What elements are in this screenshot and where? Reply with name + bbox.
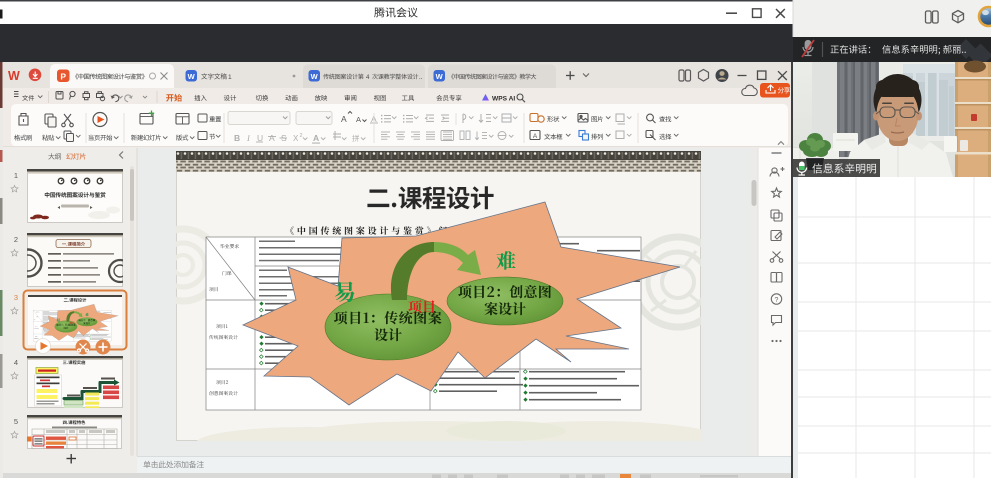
svg-text:A: A: [356, 115, 361, 124]
svg-text:B: B: [234, 133, 240, 143]
svg-text:U: U: [257, 133, 263, 143]
svg-text:WPS AI: WPS AI: [492, 95, 515, 102]
svg-text:A: A: [533, 133, 538, 140]
svg-text:5: 5: [14, 417, 18, 426]
svg-text:3: 3: [14, 293, 18, 302]
svg-text:2: 2: [300, 133, 303, 139]
svg-text:2: 2: [14, 235, 18, 244]
svg-text:A: A: [341, 114, 347, 124]
svg-text:P: P: [60, 72, 66, 82]
svg-text:A: A: [269, 133, 275, 143]
svg-text:W: W: [188, 72, 196, 81]
svg-text:A: A: [313, 133, 319, 143]
svg-text:X: X: [293, 134, 299, 143]
svg-text:?: ?: [775, 297, 779, 304]
svg-text:W: W: [8, 69, 20, 83]
svg-text:W: W: [311, 72, 319, 81]
svg-text:4: 4: [14, 358, 18, 367]
svg-text:1: 1: [14, 171, 18, 180]
svg-text:W: W: [436, 72, 444, 81]
svg-text:1: 1: [228, 74, 232, 81]
